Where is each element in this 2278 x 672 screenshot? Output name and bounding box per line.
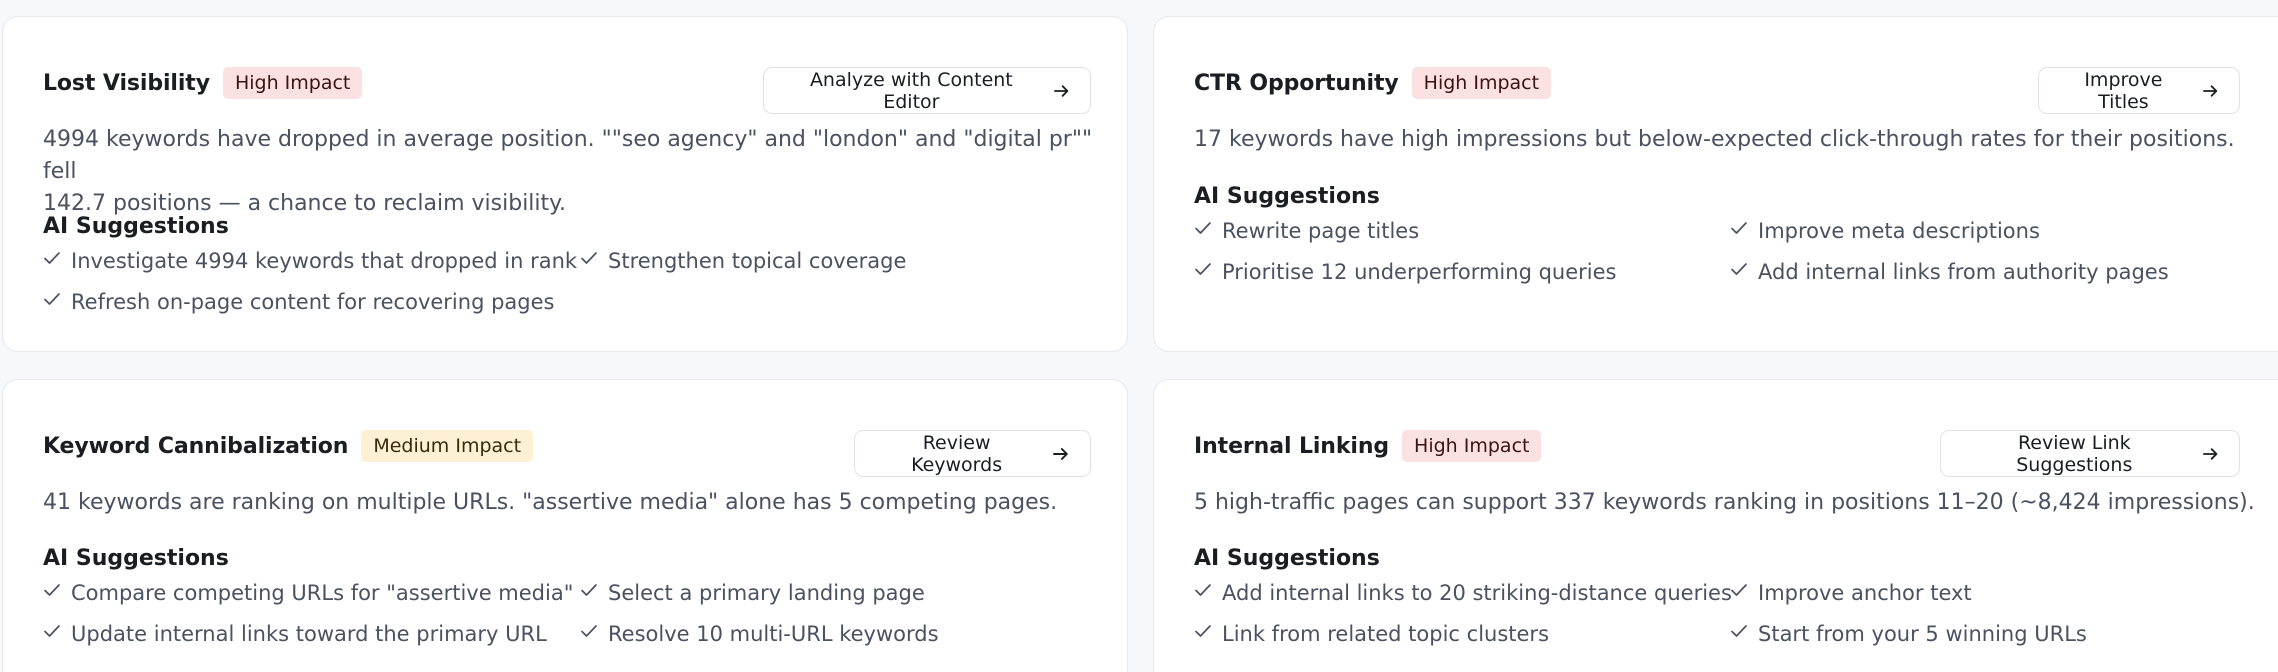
ai-suggestions-title: AI Suggestions <box>43 546 229 571</box>
insight-card-internal-linking: Internal Linking High Impact Review Link… <box>1153 379 2278 672</box>
suggestion-item: Improve meta descriptions <box>1730 219 2040 243</box>
check-icon <box>1195 263 1211 275</box>
suggestion-text: Add internal links to 20 striking-distan… <box>1222 581 1732 605</box>
suggestion-item: Investigate 4994 keywords that dropped i… <box>43 249 577 273</box>
suggestion-text: Strengthen topical coverage <box>608 249 907 273</box>
suggestion-text: Prioritise 12 underperforming queries <box>1222 260 1617 284</box>
suggestion-item: Refresh on-page content for recovering p… <box>43 290 554 314</box>
card-description: 5 high-traffic pages can support 337 key… <box>1194 487 2278 519</box>
check-icon <box>1195 584 1211 596</box>
card-header: Internal Linking High Impact <box>1194 430 1542 462</box>
card-title: Internal Linking <box>1194 433 1390 459</box>
suggestion-text: Update internal links toward the primary… <box>71 622 547 646</box>
review-keywords-button[interactable]: Review Keywords <box>854 430 1091 477</box>
suggestion-item: Compare competing URLs for "assertive me… <box>43 581 573 605</box>
description-line: 4994 keywords have dropped in average po… <box>43 127 1093 184</box>
suggestion-text: Link from related topic clusters <box>1222 622 1550 646</box>
improve-titles-button[interactable]: Improve Titles <box>2038 67 2240 114</box>
ai-suggestions-title: AI Suggestions <box>1194 184 1380 209</box>
card-description: 4994 keywords have dropped in average po… <box>43 124 1103 220</box>
suggestion-item: Select a primary landing page <box>580 581 925 605</box>
check-icon <box>1731 625 1747 637</box>
suggestion-text: Improve meta descriptions <box>1758 219 2040 243</box>
card-header: Keyword Cannibalization Medium Impact <box>43 430 534 462</box>
button-label: Analyze with Content Editor <box>809 68 1013 113</box>
card-header: Lost Visibility High Impact <box>43 67 363 99</box>
suggestion-item: Add internal links to 20 striking-distan… <box>1194 581 1732 605</box>
check-icon <box>1195 625 1211 637</box>
suggestion-item: Prioritise 12 underperforming queries <box>1194 260 1616 284</box>
check-icon <box>1731 584 1747 596</box>
button-label: Review Link Suggestions <box>2016 431 2133 476</box>
suggestion-item: Update internal links toward the primary… <box>43 622 547 646</box>
suggestion-text: Start from your 5 winning URLs <box>1758 622 2087 646</box>
suggestion-text: Resolve 10 multi-URL keywords <box>608 622 939 646</box>
arrow-right-icon <box>1053 447 1068 460</box>
impact-badge: Medium Impact <box>361 430 534 462</box>
suggestion-item: Add internal links from authority pages <box>1730 260 2169 284</box>
insight-card-lost-visibility: Lost Visibility High Impact Analyze with… <box>2 16 1128 352</box>
insight-card-keyword-cannibalization: Keyword Cannibalization Medium Impact Re… <box>2 379 1128 672</box>
card-title: Lost Visibility <box>43 70 210 96</box>
impact-badge: High Impact <box>1411 67 1552 99</box>
suggestion-text: Compare competing URLs for "assertive me… <box>71 581 574 605</box>
suggestion-item: Improve anchor text <box>1730 581 1972 605</box>
card-title: Keyword Cannibalization <box>43 433 349 459</box>
suggestion-item: Resolve 10 multi-URL keywords <box>580 622 939 646</box>
description-line: 17 keywords have high impressions but be… <box>1194 127 2235 152</box>
impact-badge: High Impact <box>1402 430 1542 462</box>
check-icon <box>44 293 60 305</box>
check-icon <box>44 252 60 264</box>
ai-suggestions-title: AI Suggestions <box>1194 546 1380 571</box>
check-icon <box>1195 222 1211 234</box>
analyze-content-editor-button[interactable]: Analyze with Content Editor <box>763 67 1091 114</box>
suggestion-item: Link from related topic clusters <box>1194 622 1549 646</box>
card-description: 41 keywords are ranking on multiple URLs… <box>43 487 1103 519</box>
check-icon <box>44 584 60 596</box>
arrow-right-icon <box>1053 84 1069 97</box>
card-title: CTR Opportunity <box>1194 70 1399 96</box>
check-icon <box>44 625 60 637</box>
suggestion-item: Rewrite page titles <box>1194 219 1419 243</box>
suggestion-text: Improve anchor text <box>1758 581 1972 605</box>
card-description: 17 keywords have high impressions but be… <box>1194 124 2274 156</box>
suggestion-text: Select a primary landing page <box>608 581 925 605</box>
button-label: Improve Titles <box>2084 68 2163 113</box>
suggestion-item: Start from your 5 winning URLs <box>1730 622 2087 646</box>
button-label: Review Keywords <box>911 431 1003 476</box>
insight-card-ctr-opportunity: CTR Opportunity High Impact Improve Titl… <box>1153 16 2278 352</box>
review-link-suggestions-button[interactable]: Review Link Suggestions <box>1940 430 2240 477</box>
suggestion-text: Add internal links from authority pages <box>1758 260 2169 284</box>
check-icon <box>1731 222 1747 234</box>
description-line: 5 high-traffic pages can support 337 key… <box>1194 490 2255 515</box>
check-icon <box>581 584 597 596</box>
arrow-right-icon <box>2202 447 2218 460</box>
suggestion-text: Rewrite page titles <box>1222 219 1420 243</box>
card-header: CTR Opportunity High Impact <box>1194 67 1552 99</box>
arrow-right-icon <box>2202 84 2218 97</box>
suggestion-text: Refresh on-page content for recovering p… <box>71 290 555 314</box>
impact-badge: High Impact <box>222 67 363 99</box>
ai-suggestions-title: AI Suggestions <box>43 214 229 239</box>
check-icon <box>1731 263 1747 275</box>
check-icon <box>581 252 597 264</box>
suggestion-text: Investigate 4994 keywords that dropped i… <box>71 249 578 273</box>
check-icon <box>581 625 597 637</box>
description-line: 41 keywords are ranking on multiple URLs… <box>43 490 1058 515</box>
suggestion-item: Strengthen topical coverage <box>580 249 906 273</box>
